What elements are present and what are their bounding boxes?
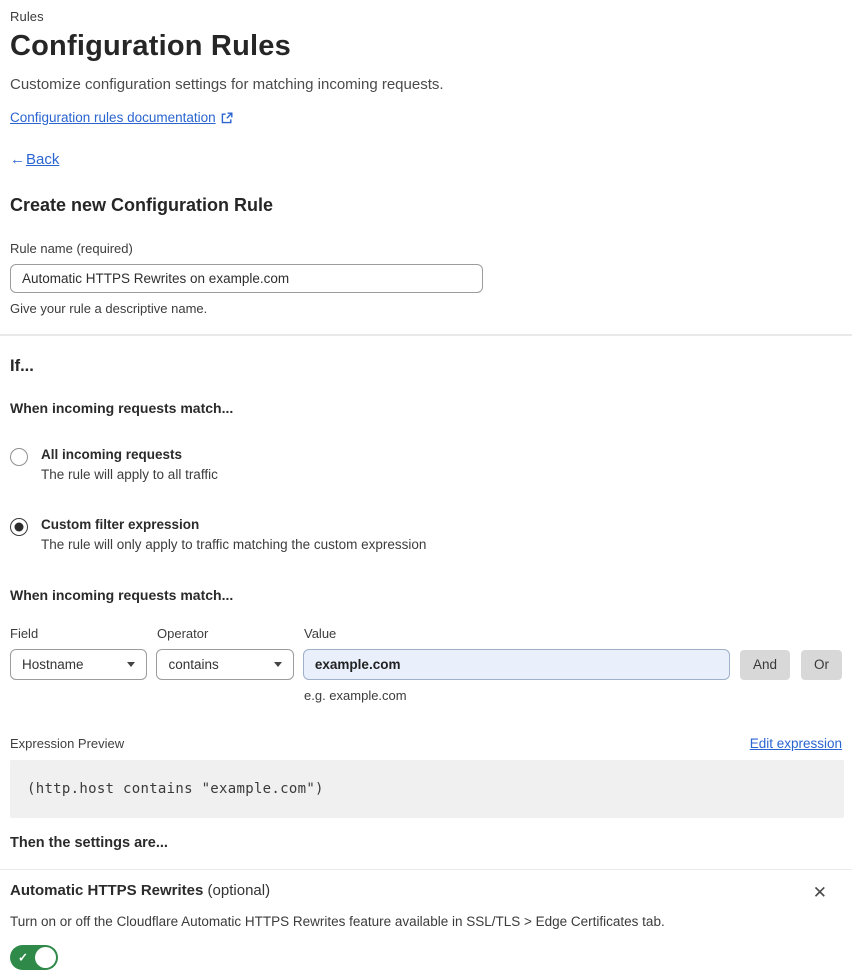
radio-option-custom-filter-expression[interactable]: Custom filter expression The rule will o… <box>10 517 842 552</box>
field-select[interactable]: Hostname <box>10 649 148 680</box>
radio-option-description: The rule will only apply to traffic matc… <box>41 537 427 552</box>
breadcrumb: Rules <box>10 9 44 24</box>
external-link-icon <box>221 112 233 124</box>
radio-button[interactable] <box>10 448 28 466</box>
rule-name-input[interactable] <box>10 264 483 293</box>
field-column-label: Field <box>10 626 39 641</box>
operator-select-value: contains <box>168 657 219 672</box>
setting-title: Automatic HTTPS Rewrites (optional) <box>10 882 270 899</box>
close-icon[interactable]: ✕ <box>809 882 831 903</box>
toggle-knob <box>35 947 56 968</box>
check-icon: ✓ <box>18 950 29 965</box>
configuration-rules-page: Rules Configuration Rules Customize conf… <box>0 0 852 970</box>
setting-optional-label: (optional) <box>207 882 271 899</box>
radio-option-all-incoming-requests[interactable]: All incoming requests The rule will appl… <box>10 447 842 482</box>
back-arrow-icon: ← <box>10 151 25 168</box>
radio-button[interactable] <box>10 518 28 536</box>
chevron-down-icon <box>127 662 136 667</box>
value-help-text: e.g. example.com <box>304 688 407 703</box>
then-settings-heading: Then the settings are... <box>10 835 168 851</box>
page-subtitle: Customize configuration settings for mat… <box>10 76 444 93</box>
automatic-https-rewrites-toggle[interactable]: ✓ <box>10 945 58 970</box>
if-heading: If... <box>10 357 34 375</box>
or-button[interactable]: Or <box>801 649 842 680</box>
setting-name: Automatic HTTPS Rewrites <box>10 882 204 899</box>
section-divider <box>0 334 852 336</box>
match-heading: When incoming requests match... <box>10 400 234 416</box>
edit-expression-link[interactable]: Edit expression <box>750 736 842 751</box>
radio-option-label: Custom filter expression <box>41 517 200 532</box>
back-link-text[interactable]: Back <box>26 151 59 168</box>
page-title: Configuration Rules <box>10 30 291 62</box>
documentation-link[interactable]: Configuration rules documentation <box>10 110 216 125</box>
back-link[interactable]: ←Back <box>10 151 842 168</box>
value-input[interactable] <box>302 649 730 680</box>
radio-option-label: All incoming requests <box>41 447 183 462</box>
expression-code: (http.host contains "example.com") <box>27 781 324 797</box>
expression-builder-heading: When incoming requests match... <box>10 587 234 603</box>
create-rule-heading: Create new Configuration Rule <box>10 195 274 215</box>
chevron-down-icon <box>273 662 282 667</box>
radio-option-description: The rule will apply to all traffic <box>41 467 218 482</box>
operator-column-label: Operator <box>157 626 209 641</box>
expression-preview-code-block: (http.host contains "example.com") <box>10 760 844 818</box>
setting-divider <box>0 869 852 870</box>
field-select-value: Hostname <box>22 657 84 672</box>
rule-name-label: Rule name (required) <box>10 241 133 256</box>
value-column-label: Value <box>304 626 337 641</box>
rule-name-help: Give your rule a descriptive name. <box>10 301 208 316</box>
operator-select[interactable]: contains <box>156 649 294 680</box>
and-button[interactable]: And <box>739 649 790 680</box>
setting-description: Turn on or off the Cloudflare Automatic … <box>10 914 665 929</box>
expression-preview-label: Expression Preview <box>10 736 125 751</box>
